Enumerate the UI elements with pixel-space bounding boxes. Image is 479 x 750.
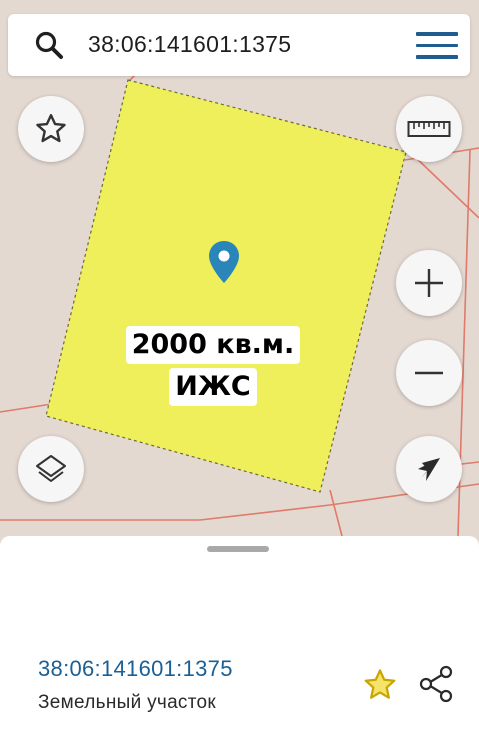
plot-label: 2000 кв.м. ИЖС <box>118 326 308 406</box>
minus-icon <box>415 371 443 375</box>
ruler-icon <box>407 121 451 137</box>
favorite-map-button[interactable] <box>18 96 84 162</box>
plot-type-label: ИЖС <box>169 367 257 406</box>
locate-button[interactable] <box>396 436 462 502</box>
sheet-drag-handle[interactable] <box>207 546 269 552</box>
star-icon <box>36 114 66 143</box>
ruler-button[interactable] <box>396 96 462 162</box>
share-icon[interactable] <box>416 662 456 706</box>
plot-area-label: 2000 кв.м. <box>125 326 301 364</box>
navigation-arrow-icon <box>418 458 440 481</box>
zoom-out-button[interactable] <box>396 340 462 406</box>
layers-icon <box>36 455 66 482</box>
hamburger-menu-icon[interactable] <box>416 32 458 60</box>
cadastral-number: 38:06:141601:1375 <box>38 656 233 681</box>
object-type: Земельный участок <box>38 692 217 713</box>
zoom-in-button[interactable] <box>396 250 462 316</box>
location-pin-icon[interactable] <box>207 239 241 285</box>
object-info-sheet[interactable]: 38:06:141601:1375 Земельный участок <box>0 536 479 750</box>
search-input[interactable]: 38:06:141601:1375 <box>88 31 291 58</box>
star-icon[interactable] <box>361 666 399 704</box>
plus-icon <box>415 269 443 297</box>
search-icon[interactable] <box>34 30 64 60</box>
search-bar[interactable]: 38:06:141601:1375 <box>8 14 470 76</box>
land-plot-polygon <box>45 79 407 493</box>
layers-button[interactable] <box>18 436 84 502</box>
